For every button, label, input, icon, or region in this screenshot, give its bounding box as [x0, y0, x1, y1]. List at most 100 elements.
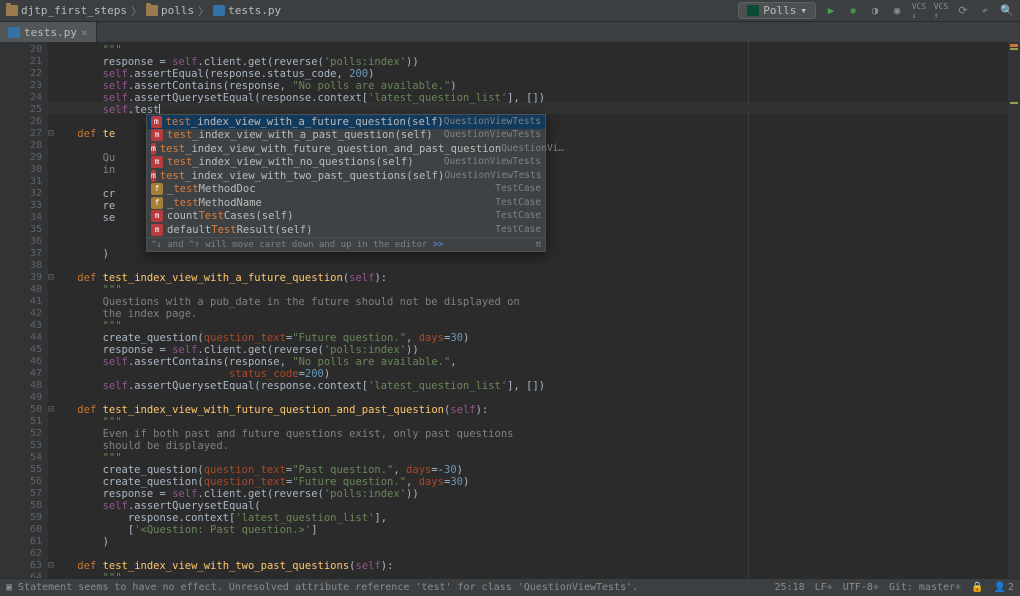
- line-number[interactable]: 61: [0, 536, 48, 548]
- line-number[interactable]: 57: [0, 488, 48, 500]
- line-number[interactable]: 53: [0, 440, 48, 452]
- git-branch[interactable]: Git: master÷: [889, 582, 961, 593]
- breadcrumb-app[interactable]: polls: [146, 4, 194, 17]
- line-number[interactable]: 28: [0, 140, 48, 152]
- line-number[interactable]: 63⊟: [0, 560, 48, 572]
- method-icon: m: [151, 116, 162, 128]
- breadcrumb-file[interactable]: tests.py: [213, 4, 281, 17]
- line-number[interactable]: 25: [0, 104, 48, 116]
- line-number[interactable]: 45: [0, 344, 48, 356]
- close-icon[interactable]: ×: [81, 26, 88, 39]
- line-number[interactable]: 62: [0, 548, 48, 560]
- editor: 2021222324252627⊟28293031323334353637383…: [0, 42, 1020, 578]
- line-number[interactable]: 60: [0, 524, 48, 536]
- line-number[interactable]: 32: [0, 188, 48, 200]
- breadcrumb-project[interactable]: djtp_first_steps: [6, 4, 127, 17]
- line-number[interactable]: 22: [0, 68, 48, 80]
- line-number[interactable]: 27⊟: [0, 128, 48, 140]
- line-number[interactable]: 21: [0, 56, 48, 68]
- code-completion-popup[interactable]: mtest_index_view_with_a_future_question(…: [146, 114, 546, 252]
- line-number[interactable]: 20: [0, 44, 48, 56]
- line-number-gutter[interactable]: 2021222324252627⊟28293031323334353637383…: [0, 42, 48, 578]
- search-icon[interactable]: 🔍: [1000, 4, 1014, 18]
- line-number[interactable]: 33: [0, 200, 48, 212]
- breadcrumb-project-label: djtp_first_steps: [21, 4, 127, 17]
- status-bar: ▣ Statement seems to have no effect. Unr…: [0, 578, 1020, 596]
- completion-item[interactable]: mtest_index_view_with_a_past_question(se…: [147, 129, 545, 143]
- line-number[interactable]: 37: [0, 248, 48, 260]
- chevron-right-icon: 〉: [198, 3, 209, 19]
- loading-icon[interactable]: ◉: [890, 4, 904, 18]
- line-number[interactable]: 51: [0, 416, 48, 428]
- line-number[interactable]: 50⊟: [0, 404, 48, 416]
- line-number[interactable]: 49: [0, 392, 48, 404]
- line-number[interactable]: 39⊟: [0, 272, 48, 284]
- back-icon[interactable]: ↶: [978, 4, 992, 18]
- line-number[interactable]: 44: [0, 332, 48, 344]
- code-area[interactable]: """ response = self.client.get(reverse('…: [48, 42, 1008, 578]
- line-number[interactable]: 31: [0, 176, 48, 188]
- vcs-commit-icon[interactable]: VCS↑: [934, 4, 948, 18]
- line-number[interactable]: 35: [0, 224, 48, 236]
- completion-hint: ^↓ and ^↑ will move caret down and up in…: [147, 237, 545, 251]
- vcs-update-icon[interactable]: VCS↓: [912, 4, 926, 18]
- run-icon[interactable]: ▶: [824, 4, 838, 18]
- line-number[interactable]: 34: [0, 212, 48, 224]
- method-icon: m: [151, 224, 163, 236]
- error-mark[interactable]: [1010, 44, 1018, 47]
- completion-item[interactable]: mdefaultTestResult(self)TestCase: [147, 223, 545, 237]
- breadcrumbs: djtp_first_steps 〉 polls 〉 tests.py: [6, 3, 281, 19]
- folder-icon: [6, 5, 18, 16]
- line-number[interactable]: 23: [0, 80, 48, 92]
- line-number[interactable]: 46: [0, 356, 48, 368]
- completion-item[interactable]: mtest_index_view_with_two_past_questions…: [147, 169, 545, 183]
- line-number[interactable]: 42: [0, 308, 48, 320]
- line-number[interactable]: 56: [0, 476, 48, 488]
- warning-mark[interactable]: [1010, 102, 1018, 104]
- line-number[interactable]: 40: [0, 284, 48, 296]
- method-icon: m: [151, 170, 156, 182]
- completion-item[interactable]: mtest_index_view_with_a_future_question(…: [147, 115, 545, 129]
- line-number[interactable]: 52: [0, 428, 48, 440]
- coverage-icon[interactable]: ◑: [868, 4, 882, 18]
- line-number[interactable]: 58: [0, 500, 48, 512]
- notification-badge[interactable]: 👤2: [994, 582, 1014, 593]
- folder-icon: [146, 5, 158, 16]
- method-icon: m: [151, 129, 163, 141]
- line-number[interactable]: 26: [0, 116, 48, 128]
- django-icon: [747, 5, 759, 16]
- run-configuration-dropdown[interactable]: Polls ▾: [738, 2, 816, 19]
- line-number[interactable]: 54: [0, 452, 48, 464]
- completion-item[interactable]: mtest_index_view_with_future_question_an…: [147, 142, 545, 156]
- line-number[interactable]: 55: [0, 464, 48, 476]
- completion-item[interactable]: f_testMethodNameTestCase: [147, 196, 545, 210]
- debug-icon[interactable]: ✱: [846, 4, 860, 18]
- cursor-position[interactable]: 25:18: [775, 582, 805, 593]
- method-icon: m: [151, 210, 163, 222]
- completion-item[interactable]: f_testMethodDocTestCase: [147, 183, 545, 197]
- warning-mark[interactable]: [1010, 48, 1018, 50]
- completion-name: defaultTestResult(self): [167, 224, 495, 236]
- line-number[interactable]: 47: [0, 368, 48, 380]
- completion-item[interactable]: mtest_index_view_with_no_questions(self)…: [147, 156, 545, 170]
- tab-tests-py[interactable]: tests.py ×: [0, 22, 97, 42]
- line-number[interactable]: 41: [0, 296, 48, 308]
- line-number[interactable]: 59: [0, 512, 48, 524]
- line-number[interactable]: 48: [0, 380, 48, 392]
- completion-item[interactable]: mcountTestCases(self)TestCase: [147, 210, 545, 224]
- line-separator[interactable]: LF÷: [815, 582, 833, 593]
- status-bar-toggle-icon[interactable]: ▣: [6, 582, 12, 593]
- chevron-down-icon: ▾: [800, 4, 807, 17]
- history-icon[interactable]: ⟳: [956, 4, 970, 18]
- line-number[interactable]: 43: [0, 320, 48, 332]
- file-encoding[interactable]: UTF-8÷: [843, 582, 879, 593]
- line-number[interactable]: 24: [0, 92, 48, 104]
- completion-name: test_index_view_with_future_question_and…: [160, 143, 501, 155]
- lock-icon[interactable]: 🔒: [971, 582, 983, 593]
- line-number[interactable]: 36: [0, 236, 48, 248]
- line-number[interactable]: 29: [0, 152, 48, 164]
- line-number[interactable]: 38: [0, 260, 48, 272]
- editor-scrollbar[interactable]: [1008, 42, 1020, 578]
- line-number[interactable]: 30: [0, 164, 48, 176]
- completion-hint-link[interactable]: >>: [433, 240, 444, 250]
